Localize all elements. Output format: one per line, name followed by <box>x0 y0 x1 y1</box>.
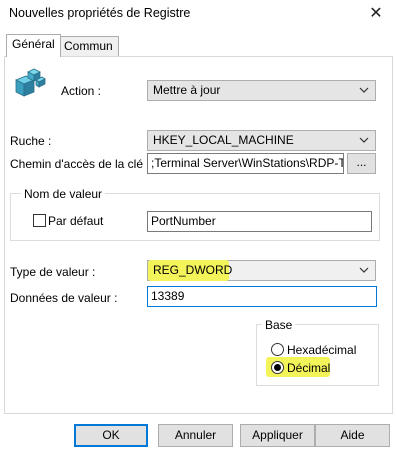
default-checkbox[interactable] <box>33 214 46 227</box>
action-dropdown[interactable]: Mettre à jour <box>147 80 376 101</box>
base-group-title: Base <box>262 318 296 332</box>
help-button[interactable]: Aide <box>315 424 390 447</box>
hexadecimal-radio[interactable] <box>271 343 284 356</box>
cancel-button[interactable]: Annuler <box>158 424 233 447</box>
key-path-label: Chemin d'accès de la clé : <box>10 157 150 171</box>
value-name-field[interactable]: PortNumber <box>147 211 372 232</box>
action-value: Mettre à jour <box>153 83 221 97</box>
value-type-label: Type de valeur : <box>10 265 96 279</box>
hive-label: Ruche : <box>10 134 52 148</box>
decimal-radio[interactable] <box>271 361 284 374</box>
close-icon[interactable]: ✕ <box>364 3 388 25</box>
key-path-field[interactable]: ;Terminal Server\WinStations\RDP-Tcp <box>147 153 344 174</box>
ok-button[interactable]: OK <box>74 424 148 447</box>
chevron-down-icon <box>359 87 369 93</box>
browse-button[interactable]: ... <box>347 153 376 174</box>
window-title: Nouvelles propriétés de Registre <box>9 6 191 20</box>
value-data-field[interactable]: 13389 <box>147 286 377 307</box>
tab-general[interactable]: Général <box>6 34 61 57</box>
value-name-group-title: Nom de valeur <box>21 187 106 201</box>
hive-dropdown[interactable]: HKEY_LOCAL_MACHINE <box>147 130 376 151</box>
tab-common[interactable]: Commun <box>58 36 119 56</box>
action-label: Action : <box>61 84 102 98</box>
value-type-value: REG_DWORD <box>153 263 233 277</box>
value-data-label: Données de valeur : <box>10 291 118 305</box>
hexadecimal-radio-label: Hexadécimal <box>287 343 357 357</box>
registry-icon <box>12 66 46 100</box>
decimal-radio-label: Décimal <box>287 361 331 375</box>
apply-button[interactable]: Appliquer <box>240 424 315 447</box>
default-checkbox-label: Par défaut <box>48 214 104 228</box>
chevron-down-icon <box>359 267 369 273</box>
chevron-down-icon <box>359 137 369 143</box>
hive-value: HKEY_LOCAL_MACHINE <box>153 133 294 147</box>
value-type-dropdown[interactable]: REG_DWORD <box>147 260 376 281</box>
